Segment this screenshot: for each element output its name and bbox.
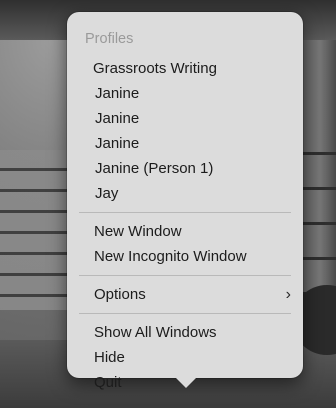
chevron-right-icon: › xyxy=(285,286,291,303)
profile-item-janine[interactable]: Janine xyxy=(67,106,303,131)
options-item[interactable]: Options › xyxy=(67,282,303,307)
new-incognito-window-item[interactable]: New Incognito Window xyxy=(67,244,303,269)
options-label: Options xyxy=(94,286,146,303)
profile-item-jay[interactable]: Jay xyxy=(67,181,303,206)
menu-separator xyxy=(79,275,291,276)
dock-context-menu: Profiles Grassroots Writing Janine Janin… xyxy=(67,12,303,391)
profile-item-janine-person-1[interactable]: Janine (Person 1) xyxy=(67,156,303,181)
menu-separator xyxy=(79,212,291,213)
menu-pointer xyxy=(175,377,197,388)
profile-item-janine[interactable]: Janine xyxy=(67,81,303,106)
profile-item-janine[interactable]: Janine xyxy=(67,131,303,156)
profiles-header: Profiles xyxy=(85,31,134,47)
show-all-windows-item[interactable]: Show All Windows xyxy=(67,320,303,345)
hide-item[interactable]: Hide xyxy=(67,345,303,370)
new-window-item[interactable]: New Window xyxy=(67,219,303,244)
menu-separator xyxy=(79,313,291,314)
profile-item-grassroots-writing[interactable]: Grassroots Writing xyxy=(67,56,303,81)
